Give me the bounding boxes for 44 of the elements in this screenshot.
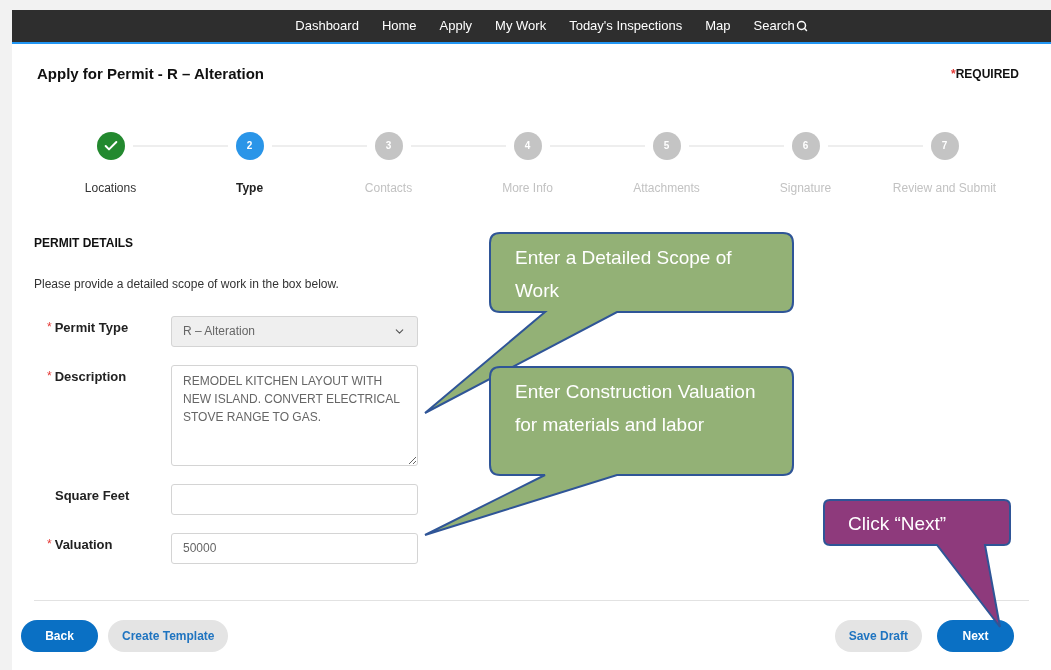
step-label: Review and Submit (892, 179, 997, 197)
nav-link[interactable]: Search (753, 16, 808, 36)
action-button[interactable]: Back (21, 619, 98, 652)
callout-text: Enter Construction Valuation for materials and labor (515, 380, 757, 437)
nav-link[interactable]: Map (705, 16, 731, 36)
step-check-icon (96, 131, 125, 160)
step-label: Signature (779, 179, 832, 197)
required-asterisk: * (951, 66, 956, 84)
step-number: 5 (652, 131, 681, 160)
action-button[interactable]: Next (937, 619, 1014, 652)
callout-text: Click “Next” (848, 512, 948, 536)
required-asterisk: * (47, 318, 52, 336)
input-field[interactable]: 50000 (171, 532, 418, 564)
step-label: More Info (502, 179, 553, 197)
step-number: 2 (235, 131, 264, 160)
step-label: Locations (84, 179, 137, 197)
field-label: Valuation (54, 535, 113, 554)
section-heading: PERMIT DETAILS (34, 234, 135, 252)
nav-link[interactable]: My Work (495, 16, 547, 36)
required-note: REQUIRED (955, 66, 1019, 84)
nav-link[interactable]: Dashboard (295, 16, 359, 36)
field-label: Description (54, 367, 127, 386)
step-label: Contacts (364, 179, 413, 197)
step-number: 3 (374, 131, 403, 160)
callout-text: Enter a Detailed Scope of Work (515, 246, 733, 303)
description-field[interactable]: REMODEL KITCHEN LAYOUT WITH NEW ISLAND. CONVERT ELECTRICAL STOVE RANGE TO GAS. (171, 364, 418, 466)
step-number: 7 (930, 131, 959, 160)
required-asterisk: * (47, 535, 52, 553)
field-label: Square Feet (54, 486, 130, 505)
step-label: Attachments (633, 179, 700, 197)
nav-link[interactable]: Today's Inspections (569, 16, 683, 36)
step-number: 4 (513, 131, 542, 160)
search-icon (795, 20, 808, 32)
nav-link[interactable]: Home (381, 16, 417, 36)
step-label: Type (235, 179, 264, 197)
required-asterisk: * (47, 367, 52, 385)
input-field[interactable] (171, 483, 418, 515)
step-number: 6 (791, 131, 820, 160)
field-label: Permit Type (54, 318, 129, 337)
instruction-text: Please provide a detailed scope of work in the box below. (34, 275, 339, 293)
page-title: Apply for Permit - R – Alteration (37, 64, 264, 84)
action-button[interactable]: Save Draft (834, 619, 922, 652)
nav-link[interactable]: Apply (439, 16, 473, 36)
action-button[interactable]: Create Template (108, 619, 229, 652)
